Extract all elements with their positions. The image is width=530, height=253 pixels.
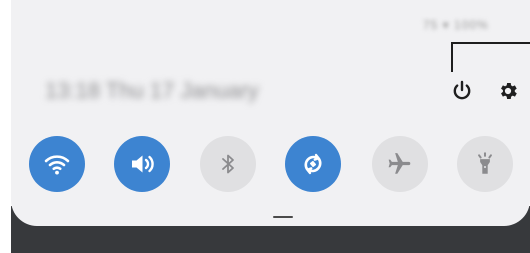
- flashlight-icon: [478, 152, 492, 174]
- panel-drag-handle[interactable]: [273, 216, 293, 218]
- settings-button[interactable]: [495, 78, 521, 104]
- wifi-tile[interactable]: [29, 136, 85, 192]
- flashlight-tile[interactable]: [457, 136, 513, 192]
- gear-icon: [501, 83, 517, 99]
- auto-rotate-tile[interactable]: [285, 136, 341, 192]
- quick-settings-screenshot: 75 ▾ 100% 13:18 Thu 17 January: [0, 0, 530, 253]
- sound-icon: [132, 155, 154, 173]
- date-time-label: 13:18 Thu 17 January: [45, 78, 259, 103]
- power-button[interactable]: [449, 78, 475, 104]
- airplane-mode-tile[interactable]: [372, 136, 428, 192]
- status-bar-text: 75 ▾ 100%: [423, 18, 489, 32]
- airplane-mode-icon: [388, 153, 411, 174]
- bluetooth-icon: [222, 154, 234, 174]
- power-icon: [453, 80, 471, 100]
- auto-rotate-icon: [304, 153, 322, 175]
- bluetooth-tile[interactable]: [200, 136, 256, 192]
- wifi-icon: [44, 155, 70, 175]
- quick-panel: 75 ▾ 100% 13:18 Thu 17 January: [11, 0, 530, 226]
- sound-tile[interactable]: [114, 136, 170, 192]
- callout-line: [451, 42, 530, 72]
